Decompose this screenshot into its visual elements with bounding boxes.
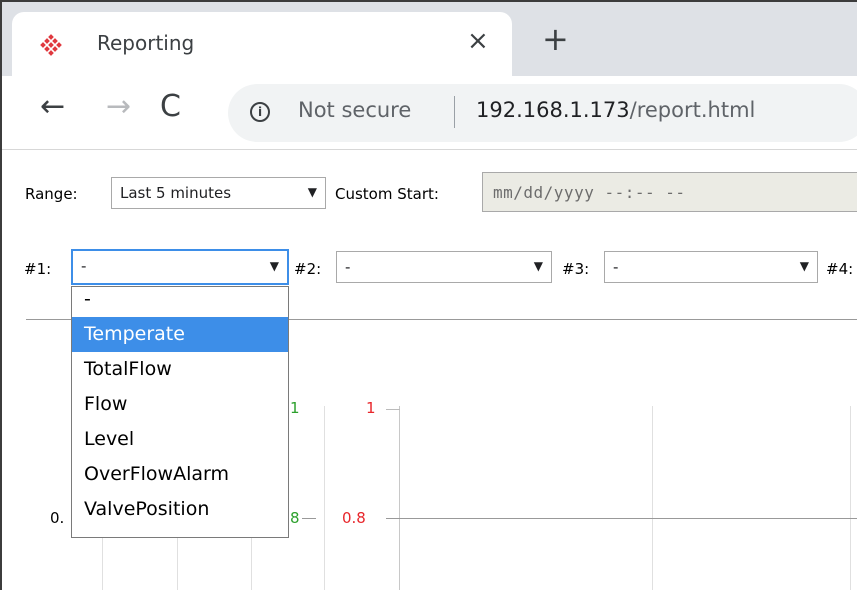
tick-label-green-bottom: 8: [290, 509, 300, 527]
reload-icon[interactable]: C: [160, 92, 181, 122]
dropdown-option[interactable]: TotalFlow: [72, 352, 288, 387]
url-path: /report.html: [629, 98, 756, 122]
series3-select[interactable]: - ▼: [604, 251, 818, 283]
tick-mark: [386, 409, 400, 410]
range-select-value: Last 5 minutes: [120, 184, 232, 202]
range-select[interactable]: Last 5 minutes ▼: [111, 177, 326, 209]
custom-start-input[interactable]: mm/dd/yyyy --:-- --: [482, 172, 857, 212]
series3-label: #3:: [562, 260, 590, 278]
info-icon[interactable]: i: [250, 102, 270, 122]
chart-axis-vertical: [399, 406, 400, 590]
security-label: Not secure: [298, 98, 412, 122]
chevron-down-icon: ▼: [269, 259, 279, 273]
address-bar[interactable]: i Not secure 192.168.1.173/report.html: [228, 84, 857, 142]
dropdown-option-selected[interactable]: Temperate: [72, 317, 288, 352]
tick-label-black: 0.: [50, 509, 65, 527]
dropdown-option[interactable]: ValvePosition: [72, 492, 288, 527]
tick-label-red-top: 1: [366, 399, 376, 417]
tick-mark: [302, 518, 316, 519]
series2-value: -: [345, 258, 351, 276]
new-tab-icon[interactable]: +: [542, 23, 569, 55]
dropdown-option[interactable]: Flow: [72, 387, 288, 422]
series1-value: -: [81, 257, 87, 275]
custom-start-placeholder: mm/dd/yyyy --:-- --: [493, 183, 686, 202]
chevron-down-icon: ▼: [307, 185, 317, 199]
series1-select[interactable]: - ▼: [71, 249, 289, 285]
forward-arrow-icon[interactable]: →: [106, 92, 131, 122]
tab-reporting[interactable]: Reporting ×: [12, 12, 512, 78]
back-arrow-icon[interactable]: ←: [40, 92, 65, 122]
report-page: Range: Last 5 minutes ▼ Custom Start: mm…: [2, 151, 857, 590]
dropdown-option[interactable]: OverFlowAlarm: [72, 457, 288, 492]
url-divider: [454, 96, 455, 128]
dropdown-option[interactable]: -: [72, 287, 288, 317]
url-host: 192.168.1.173: [476, 98, 630, 122]
chart-gridline: [324, 406, 325, 590]
chart-hline: [386, 518, 857, 519]
url-text: 192.168.1.173/report.html: [476, 98, 755, 122]
series1-dropdown-list[interactable]: - Temperate TotalFlow Flow Level OverFlo…: [71, 286, 289, 538]
chart-gridline: [850, 406, 851, 590]
chevron-down-icon: ▼: [799, 259, 809, 273]
series2-select[interactable]: - ▼: [336, 251, 552, 283]
tab-title: Reporting: [97, 31, 195, 55]
dropdown-option[interactable]: Level: [72, 422, 288, 457]
app-favicon-icon: [40, 34, 62, 56]
chart-gridline: [652, 406, 653, 590]
custom-start-label: Custom Start:: [335, 185, 439, 203]
tab-close-icon[interactable]: ×: [467, 28, 489, 54]
tab-strip: Reporting × +: [2, 2, 857, 78]
chevron-down-icon: ▼: [533, 259, 543, 273]
range-label: Range:: [25, 185, 78, 203]
series1-label: #1:: [24, 260, 52, 278]
tick-label-red-bottom: 0.8: [342, 509, 366, 527]
tick-label-green-top: 1: [290, 399, 300, 417]
series3-value: -: [613, 258, 619, 276]
series2-label: #2:: [294, 260, 322, 278]
series4-label: #4:: [826, 260, 854, 278]
browser-toolbar: ← → C i Not secure 192.168.1.173/report.…: [2, 76, 857, 150]
